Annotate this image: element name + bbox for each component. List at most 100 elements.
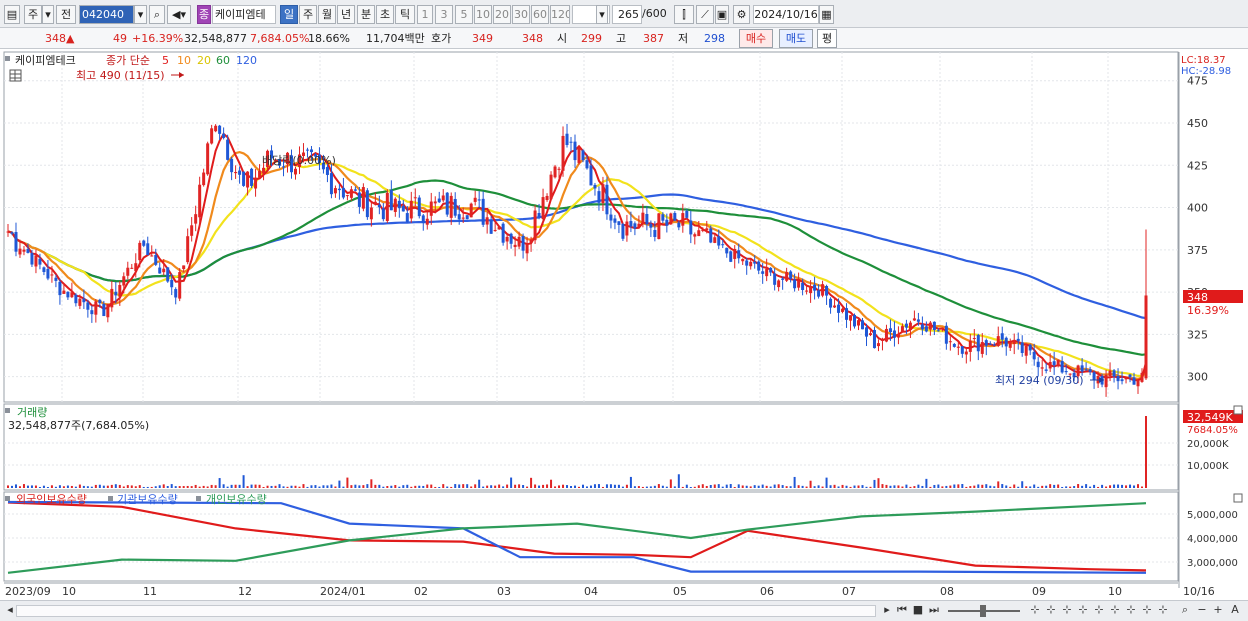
volume-bar bbox=[362, 485, 365, 488]
period-day[interactable]: 일 bbox=[280, 5, 298, 24]
volume-bar bbox=[454, 484, 457, 488]
average-button[interactable]: 평 bbox=[817, 29, 837, 48]
candle-body bbox=[377, 204, 381, 208]
legend-ma20: 20 bbox=[197, 54, 211, 67]
tool-icon[interactable]: ⊹ bbox=[1076, 603, 1090, 619]
volume-bar bbox=[138, 485, 141, 488]
volume-bar bbox=[797, 485, 800, 488]
volume-panel-close-icon[interactable] bbox=[1233, 405, 1243, 415]
sell-button[interactable]: 매도 bbox=[779, 29, 813, 48]
tool-icon[interactable]: ⊹ bbox=[1044, 603, 1058, 619]
legend-foreign: 외국인보유수량 bbox=[16, 493, 87, 506]
volume-bar bbox=[422, 485, 425, 488]
volume-bar bbox=[306, 486, 309, 488]
candle-body bbox=[689, 220, 693, 235]
speaker-icon[interactable]: ◀▾ bbox=[167, 5, 191, 24]
period-second[interactable]: 초 bbox=[376, 5, 394, 24]
volume-bar bbox=[1097, 486, 1100, 488]
last-page-icon[interactable]: ⏭ bbox=[927, 603, 941, 619]
zoom-search-icon[interactable]: ⌕ bbox=[1178, 603, 1192, 619]
period-minute[interactable]: 분 bbox=[357, 5, 375, 24]
holding-panel-close-icon[interactable] bbox=[1233, 493, 1243, 503]
candle-body bbox=[198, 184, 202, 218]
interval-1[interactable]: 1 bbox=[417, 5, 433, 24]
candle-body bbox=[389, 190, 393, 211]
period-year[interactable]: 년 bbox=[337, 5, 355, 24]
interval-3[interactable]: 3 bbox=[435, 5, 453, 24]
volume-bar bbox=[661, 485, 664, 488]
tool-icon[interactable]: ⊹ bbox=[1124, 603, 1138, 619]
candle-body bbox=[122, 276, 126, 286]
market-select[interactable]: 주 bbox=[24, 5, 42, 24]
candle-body bbox=[721, 244, 725, 246]
save-icon[interactable]: ▣ bbox=[715, 5, 729, 24]
draw-line-icon[interactable]: ⟋ bbox=[696, 5, 714, 24]
font-size-icon[interactable]: A bbox=[1228, 603, 1242, 619]
interval-10[interactable]: 10 bbox=[474, 5, 492, 24]
candle-body bbox=[621, 224, 625, 239]
period-month[interactable]: 월 bbox=[318, 5, 336, 24]
candle-body bbox=[309, 149, 313, 153]
low-price: 298 bbox=[704, 32, 725, 45]
candle-body bbox=[154, 255, 158, 265]
tool-icon[interactable]: ⊹ bbox=[1060, 603, 1074, 619]
interval-20[interactable]: 20 bbox=[493, 5, 511, 24]
scroll-right-icon[interactable]: ▸ bbox=[880, 603, 894, 619]
volume-bar bbox=[322, 485, 325, 488]
candle-body bbox=[1008, 341, 1012, 348]
volume-bar bbox=[825, 477, 828, 488]
buy-button[interactable]: 매수 bbox=[739, 29, 773, 48]
date-input[interactable]: 2024/10/16 bbox=[753, 5, 819, 24]
candle-body bbox=[38, 258, 42, 265]
calendar-icon[interactable]: ▦ bbox=[819, 5, 834, 24]
interval-5[interactable]: 5 bbox=[455, 5, 473, 24]
period-tick[interactable]: 틱 bbox=[395, 5, 415, 24]
volume-bar bbox=[550, 479, 553, 488]
zoom-in-icon[interactable]: + bbox=[1212, 603, 1224, 619]
tool-icon[interactable]: ⊹ bbox=[1108, 603, 1122, 619]
market-dropdown-icon[interactable]: ▾ bbox=[42, 5, 54, 24]
candle-type-icon[interactable]: ⫿ bbox=[674, 5, 694, 24]
x-axis-label: 04 bbox=[584, 585, 598, 598]
stock-code-input[interactable]: 042040 bbox=[79, 5, 134, 24]
candle-body bbox=[385, 192, 389, 222]
volume-bar bbox=[18, 486, 21, 488]
candle-body bbox=[1132, 377, 1136, 385]
gear-icon[interactable]: ⚙ bbox=[733, 5, 750, 24]
candle-body bbox=[102, 303, 106, 317]
interval-dropdown-icon[interactable]: ▾ bbox=[596, 5, 608, 24]
scroll-track[interactable] bbox=[16, 605, 876, 617]
hc-label: HC:-28.98 bbox=[1181, 66, 1231, 77]
candle-body bbox=[529, 239, 533, 243]
high-label: 고 bbox=[616, 32, 627, 45]
tool-icon[interactable]: ⊹ bbox=[1140, 603, 1154, 619]
candle-body bbox=[325, 167, 329, 175]
chart-menu-icon[interactable]: ▤ bbox=[4, 5, 20, 24]
search-icon[interactable]: ⌕ bbox=[149, 5, 165, 24]
volume-bar bbox=[1033, 484, 1036, 488]
scroll-left-icon[interactable]: ◂ bbox=[4, 603, 16, 619]
volume-bar bbox=[605, 484, 608, 488]
stop-icon[interactable]: ■ bbox=[911, 603, 925, 619]
zoom-slider-thumb[interactable] bbox=[980, 605, 986, 617]
prev-button[interactable]: 전 bbox=[56, 5, 76, 24]
zoom-out-icon[interactable]: − bbox=[1196, 603, 1208, 619]
tool-icon[interactable]: ⊹ bbox=[1156, 603, 1170, 619]
tool-icon[interactable]: ⊹ bbox=[1028, 603, 1042, 619]
count-input[interactable]: 265 bbox=[612, 5, 642, 24]
legend-individual: 개인보유수량 bbox=[206, 493, 267, 506]
interval-120[interactable]: 120 bbox=[550, 5, 570, 24]
volume-bar bbox=[530, 477, 533, 488]
volume-bar bbox=[402, 485, 405, 488]
tool-icon[interactable]: ⊹ bbox=[1092, 603, 1106, 619]
candle-body bbox=[226, 139, 230, 160]
period-week[interactable]: 주 bbox=[299, 5, 317, 24]
interval-60[interactable]: 60 bbox=[531, 5, 549, 24]
volume-bar bbox=[1129, 484, 1132, 488]
first-page-icon[interactable]: ⏮ bbox=[895, 603, 909, 619]
code-dropdown-icon[interactable]: ▾ bbox=[134, 5, 147, 24]
interval-30[interactable]: 30 bbox=[512, 5, 530, 24]
volume-bar bbox=[470, 486, 473, 488]
volume-bar bbox=[446, 486, 449, 488]
volume-bar bbox=[1041, 485, 1044, 488]
